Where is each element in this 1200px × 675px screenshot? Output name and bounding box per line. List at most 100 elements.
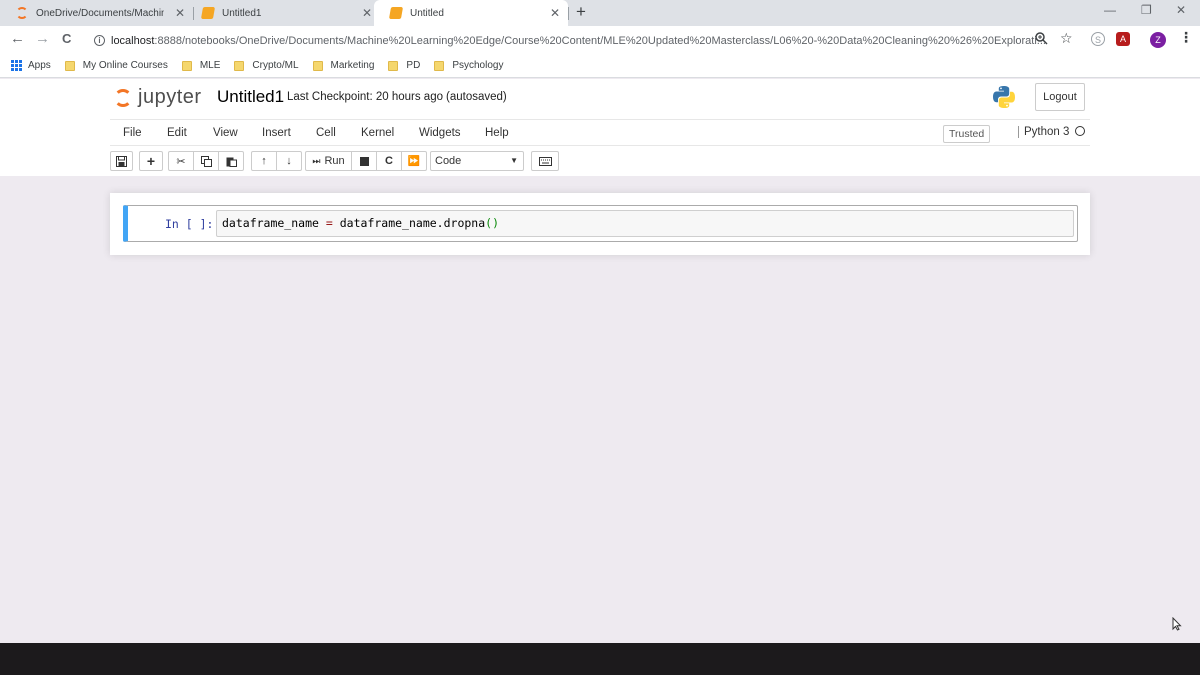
bookmark-folder[interactable]: My Online Courses bbox=[64, 60, 168, 71]
zoom-icon[interactable] bbox=[1035, 32, 1048, 45]
jupyter-wordmark: jupyter bbox=[138, 86, 202, 108]
folder-icon bbox=[388, 60, 399, 71]
bookmark-folder[interactable]: Marketing bbox=[312, 60, 375, 71]
bookmark-label: Psychology bbox=[452, 60, 504, 71]
tab-title: OneDrive/Documents/Machine L bbox=[36, 7, 164, 19]
run-button-group: ⏭ Run C ⏩ bbox=[305, 151, 427, 171]
tab-title: Untitled1 bbox=[222, 7, 262, 19]
move-button-group: ↑ ↓ bbox=[251, 151, 302, 171]
insert-cell-button[interactable]: + bbox=[139, 151, 163, 171]
minimize-icon[interactable]: — bbox=[1104, 3, 1116, 17]
restart-kernel-button[interactable]: C bbox=[376, 151, 402, 171]
notebook-icon bbox=[200, 7, 216, 19]
browser-tab-active[interactable]: Untitled ✕ bbox=[374, 0, 568, 26]
menu-kernel[interactable]: Kernel bbox=[361, 127, 394, 139]
arrow-down-icon: ↓ bbox=[286, 155, 292, 167]
jupyter-icon bbox=[16, 7, 28, 19]
plus-icon: + bbox=[146, 153, 156, 169]
browser-tabstrip: OneDrive/Documents/Machine L ✕ Untitled1… bbox=[0, 0, 1200, 26]
new-tab-button[interactable]: + bbox=[576, 2, 586, 22]
close-tab-icon[interactable]: ✕ bbox=[362, 6, 372, 20]
stop-icon bbox=[359, 156, 369, 166]
bookmark-folder[interactable]: Psychology bbox=[434, 60, 503, 71]
tab-separator bbox=[568, 7, 569, 20]
restart-icon: C bbox=[385, 155, 393, 167]
trusted-badge[interactable]: Trusted bbox=[943, 125, 991, 143]
notebook-container: In [ ]: dataframe_name = dataframe_name.… bbox=[110, 193, 1090, 255]
code-parens: () bbox=[485, 216, 500, 230]
command-palette-button[interactable] bbox=[531, 151, 559, 171]
menubar: File Edit View Insert Cell Kernel Widget… bbox=[110, 119, 1090, 146]
paste-button[interactable] bbox=[218, 151, 244, 171]
menu-widgets[interactable]: Widgets bbox=[419, 127, 461, 139]
kernel-indicator[interactable]: Python 3 bbox=[1018, 126, 1086, 138]
run-button[interactable]: ⏭ Run bbox=[305, 151, 352, 171]
menu-file[interactable]: File bbox=[123, 127, 142, 139]
cut-button[interactable]: ✂ bbox=[168, 151, 194, 171]
cell-type-select[interactable]: Code ▼ bbox=[430, 151, 524, 171]
pdf-extension-icon[interactable]: A bbox=[1116, 32, 1130, 46]
bookmark-apps[interactable]: Apps bbox=[0, 60, 51, 71]
code-editor[interactable]: dataframe_name = dataframe_name.dropna() bbox=[216, 210, 1074, 237]
bookmark-folder[interactable]: MLE bbox=[181, 60, 221, 71]
address-bar[interactable]: i localhost:8888/notebooks/OneDrive/Docu… bbox=[86, 29, 1088, 52]
interrupt-kernel-button[interactable] bbox=[351, 151, 377, 171]
bookmark-folder[interactable]: PD bbox=[388, 60, 420, 71]
logout-button[interactable]: Logout bbox=[1035, 83, 1085, 111]
bookmark-label: MLE bbox=[199, 60, 221, 71]
bookmark-label: Marketing bbox=[330, 60, 375, 71]
code-cell[interactable]: In [ ]: dataframe_name = dataframe_name.… bbox=[123, 205, 1078, 242]
restart-run-all-button[interactable]: ⏩ bbox=[401, 151, 427, 171]
folder-icon bbox=[434, 60, 445, 71]
menu-edit[interactable]: Edit bbox=[167, 127, 187, 139]
python-logo-icon bbox=[993, 86, 1015, 108]
tab-title: Untitled bbox=[410, 7, 444, 19]
jupyter-icon bbox=[114, 88, 132, 107]
checkpoint-status: Last Checkpoint: 20 hours ago bbox=[287, 91, 443, 103]
profile-avatar[interactable]: Z bbox=[1150, 32, 1166, 48]
browser-tab[interactable]: OneDrive/Documents/Machine L ✕ bbox=[0, 0, 193, 26]
code-lhs: dataframe_name bbox=[222, 216, 319, 230]
save-icon bbox=[116, 155, 127, 167]
menu-view[interactable]: View bbox=[213, 127, 238, 139]
url-path: :8888/notebooks/OneDrive/Documents/Machi… bbox=[154, 34, 1046, 47]
reload-icon[interactable]: C bbox=[62, 31, 71, 47]
bookmark-label: Apps bbox=[28, 60, 51, 71]
menu-insert[interactable]: Insert bbox=[262, 127, 291, 139]
menu-cell[interactable]: Cell bbox=[316, 127, 336, 139]
input-prompt: In [ ]: bbox=[165, 217, 214, 231]
copy-button[interactable] bbox=[193, 151, 219, 171]
kernel-name: Python 3 bbox=[1024, 126, 1070, 138]
jupyter-logo[interactable]: jupyter bbox=[114, 86, 202, 109]
scissors-icon: ✂ bbox=[176, 155, 186, 168]
notebook-name[interactable]: Untitled1 bbox=[217, 87, 284, 107]
chevron-down-icon: ▼ bbox=[510, 156, 518, 165]
site-info-icon[interactable]: i bbox=[94, 35, 105, 46]
bookmark-label: PD bbox=[406, 60, 421, 71]
menu-kebab-icon[interactable]: ⋮ bbox=[1179, 29, 1193, 46]
move-down-button[interactable]: ↓ bbox=[276, 151, 302, 171]
menu-help[interactable]: Help bbox=[485, 127, 509, 139]
copy-icon bbox=[200, 155, 212, 167]
back-icon[interactable]: ← bbox=[10, 31, 25, 47]
extension-icon[interactable]: S bbox=[1091, 32, 1105, 46]
close-tab-icon[interactable]: ✕ bbox=[550, 6, 560, 20]
edit-button-group: ✂ bbox=[168, 151, 244, 171]
folder-icon bbox=[181, 60, 192, 71]
bookmark-star-icon[interactable]: ☆ bbox=[1060, 30, 1073, 47]
close-tab-icon[interactable]: ✕ bbox=[175, 6, 185, 20]
forward-icon[interactable]: → bbox=[35, 31, 50, 47]
restore-icon[interactable]: ❐ bbox=[1141, 3, 1152, 17]
url-host: localhost bbox=[111, 34, 155, 47]
browser-tab[interactable]: Untitled1 ✕ bbox=[186, 0, 380, 26]
fast-forward-icon: ⏩ bbox=[407, 155, 421, 167]
folder-icon bbox=[312, 60, 323, 71]
folder-icon bbox=[234, 60, 245, 71]
move-up-button[interactable]: ↑ bbox=[251, 151, 277, 171]
jupyter-menubar-container: File Edit View Insert Cell Kernel Widget… bbox=[0, 117, 1200, 176]
paste-icon bbox=[226, 157, 237, 167]
run-label: Run bbox=[324, 155, 345, 167]
window-close-icon[interactable]: ✕ bbox=[1176, 3, 1186, 17]
bookmark-folder[interactable]: Crypto/ML bbox=[234, 60, 299, 71]
save-button[interactable] bbox=[110, 151, 133, 171]
